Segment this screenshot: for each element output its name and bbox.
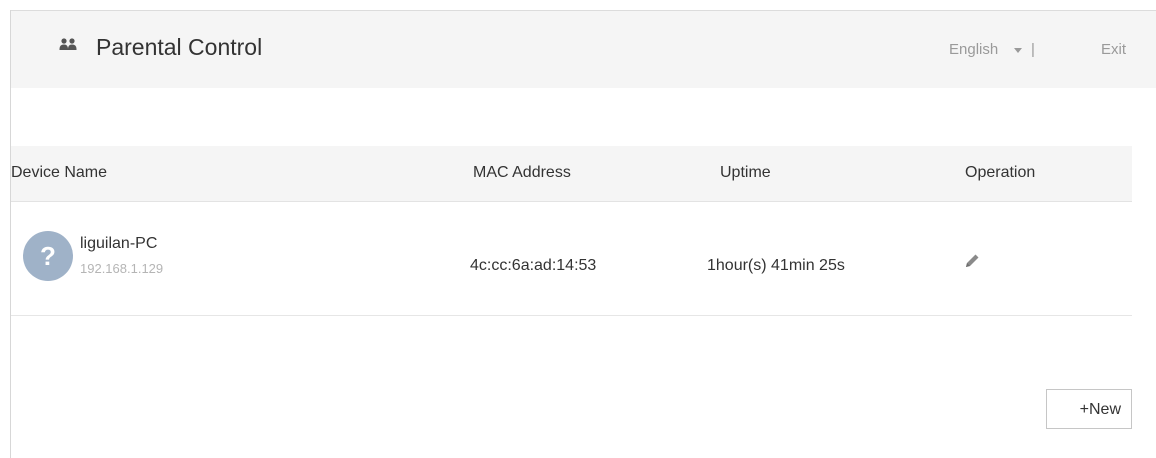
language-dropdown[interactable]: English	[949, 40, 998, 60]
device-name: liguilan-PC	[80, 235, 158, 252]
column-header-uptime: Uptime	[720, 164, 771, 181]
device-mac: 4c:cc:6a:ad:14:53	[470, 257, 597, 274]
add-new-button[interactable]: +New	[1046, 389, 1132, 429]
table-header: Device Name MAC Address Uptime Operation	[11, 146, 1132, 202]
users-icon	[59, 38, 77, 50]
parental-control-page: Parental Control English | Exit Device N…	[0, 0, 1156, 458]
header-separator: |	[1031, 41, 1035, 58]
column-header-mac-address: MAC Address	[473, 164, 571, 181]
table-row: ? liguilan-PC 192.168.1.129 4c:cc:6a:ad:…	[11, 203, 1132, 316]
column-header-operation: Operation	[965, 164, 1036, 181]
column-header-device-name: Device Name	[11, 164, 108, 181]
page-header: Parental Control English | Exit	[11, 10, 1156, 88]
page-title: Parental Control	[96, 34, 263, 60]
chevron-down-icon[interactable]	[1014, 48, 1022, 53]
device-ip: 192.168.1.129	[80, 261, 164, 276]
exit-link[interactable]: Exit	[1101, 40, 1126, 60]
device-unknown-avatar: ?	[23, 231, 73, 281]
edit-pencil-icon[interactable]	[963, 252, 981, 270]
device-uptime: 1hour(s) 41min 25s	[707, 257, 845, 274]
